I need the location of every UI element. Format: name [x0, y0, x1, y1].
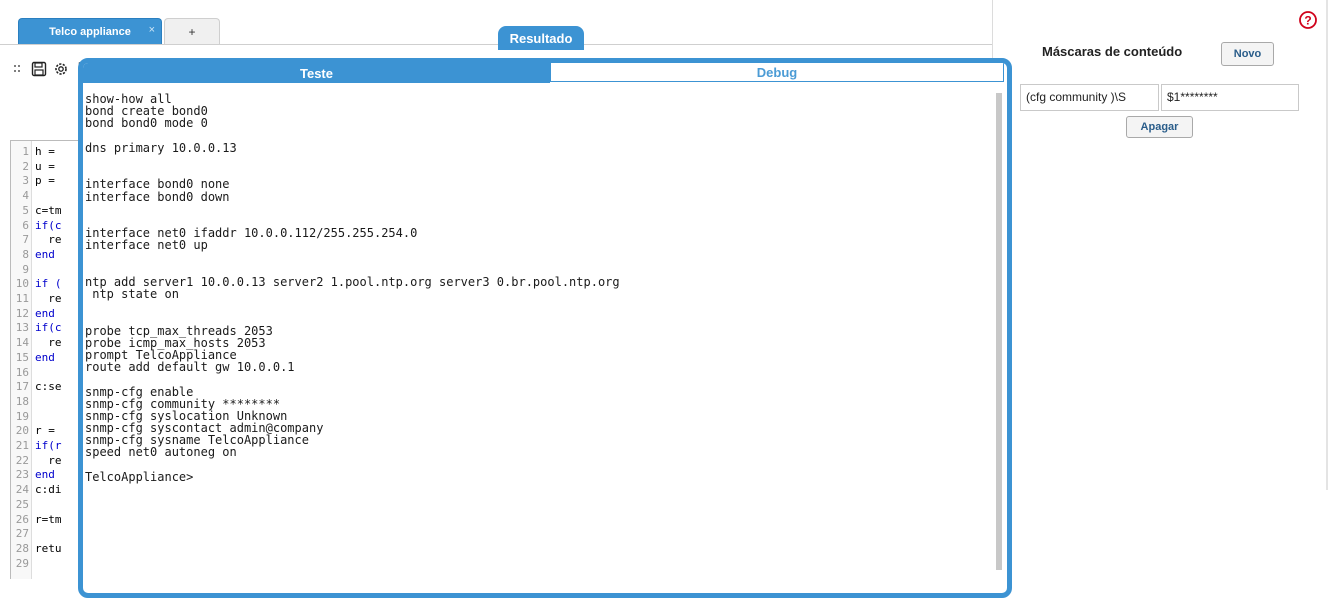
tab-teste[interactable]: Teste	[83, 63, 550, 83]
line-number: 13	[15, 321, 29, 335]
line-number: 28	[15, 541, 29, 555]
add-tab-button[interactable]: +	[164, 18, 220, 44]
line-number: 27	[15, 527, 29, 541]
code-text: end	[35, 350, 55, 364]
terminal-scrollbar[interactable]	[996, 93, 1002, 570]
help-icon[interactable]: ?	[1298, 10, 1318, 30]
output-line: probe tcp_max_threads 2053	[85, 323, 273, 338]
code-text: p =	[35, 174, 55, 188]
tab-label: Telco appliance	[49, 25, 131, 38]
page-scroll-edge	[1326, 0, 1328, 490]
mask-pattern-input[interactable]: (cfg community )\S	[1020, 84, 1159, 111]
line-number: 11	[15, 292, 29, 305]
code-text: if(c	[35, 321, 62, 335]
svg-text:?: ?	[1304, 14, 1311, 28]
line-number: 23	[15, 468, 29, 482]
line-number: 17	[15, 380, 29, 394]
line-number: 1	[22, 145, 29, 158]
code-text: h =	[35, 145, 55, 158]
code-text: u =	[35, 159, 55, 173]
editor-tabbar: Telco appliance × +	[0, 0, 992, 46]
code-text: re	[35, 453, 62, 467]
output-line: interface net0 ifaddr 10.0.0.112/255.255…	[85, 226, 418, 241]
output-line: ntp add server1 10.0.0.13 server2 1.pool…	[85, 274, 620, 289]
line-number: 19	[15, 409, 29, 423]
line-number: 12	[15, 306, 29, 320]
code-text: c:se	[35, 380, 62, 394]
line-number: 9	[22, 262, 29, 276]
output-line: interface bond0 none	[85, 177, 230, 192]
line-number: 5	[22, 203, 29, 217]
delete-mask-button[interactable]: Apagar	[1126, 116, 1193, 138]
line-number: 2	[22, 159, 29, 173]
line-number: 20	[15, 424, 29, 438]
code-text: retu	[35, 541, 62, 555]
line-number: 15	[15, 350, 29, 364]
output-line: interface bond0 down	[85, 189, 230, 204]
result-tabs: Teste Debug	[83, 63, 1007, 83]
code-text: r=tm	[35, 512, 62, 526]
new-mask-button[interactable]: Novo	[1221, 42, 1274, 66]
output-line: dns primary 10.0.0.13	[85, 140, 237, 155]
code-text: c=tm	[35, 203, 62, 217]
line-number: 7	[22, 233, 29, 247]
output-line: show-how all	[85, 93, 172, 106]
masks-title: Máscaras de conteúdo	[1042, 44, 1183, 59]
code-text: c:di	[35, 483, 62, 497]
output-line: route add default gw 10.0.0.1	[85, 360, 295, 375]
output-line: bond bond0 mode 0	[85, 116, 208, 131]
line-number: 8	[22, 247, 29, 261]
line-number: 21	[15, 439, 29, 452]
tab-close-icon[interactable]: ×	[149, 24, 155, 36]
line-number: 26	[15, 512, 29, 526]
line-number: 6	[22, 218, 29, 232]
mask-replacement-input[interactable]: $1********	[1161, 84, 1299, 111]
output-line: speed net0 autoneg on	[85, 445, 237, 460]
tab-divider	[0, 44, 992, 45]
line-number: 25	[15, 497, 29, 511]
output-line: interface net0 up	[85, 238, 208, 253]
line-number: 29	[15, 556, 29, 570]
line-number: 3	[22, 174, 29, 188]
code-text: if (	[35, 277, 62, 291]
output-line: snmp-cfg enable	[85, 384, 194, 399]
output-line: bond create bond0	[85, 104, 208, 119]
code-text: if(r	[35, 439, 62, 452]
line-number: 24	[15, 483, 29, 497]
code-text: end	[35, 247, 55, 261]
code-text: re	[35, 233, 62, 247]
drag-handle-icon[interactable]	[8, 60, 26, 78]
tab-debug[interactable]: Debug	[550, 63, 1004, 82]
code-text: if(c	[35, 218, 62, 232]
line-number: 22	[15, 453, 29, 467]
line-number: 18	[15, 394, 29, 408]
line-number: 10	[15, 277, 29, 291]
result-title: Resultado	[498, 26, 584, 50]
code-text: end	[35, 306, 55, 320]
save-icon[interactable]	[30, 60, 48, 78]
code-text: end	[35, 468, 55, 482]
tab-telco-appliance[interactable]: Telco appliance ×	[18, 18, 162, 44]
line-number: 16	[15, 365, 29, 379]
code-text: re	[35, 292, 62, 305]
output-line: ntp state on	[85, 287, 179, 301]
result-panel: Teste Debug show-how all bond create bond…	[78, 58, 1012, 598]
terminal-output[interactable]: show-how all bond create bond0 bond bond0 …	[85, 93, 993, 573]
line-number: 14	[15, 336, 29, 350]
output-line: TelcoAppliance>	[85, 469, 194, 484]
line-number: 4	[22, 189, 29, 203]
gear-icon[interactable]	[52, 60, 70, 78]
code-text: re	[35, 336, 62, 350]
code-text: r =	[35, 424, 55, 438]
